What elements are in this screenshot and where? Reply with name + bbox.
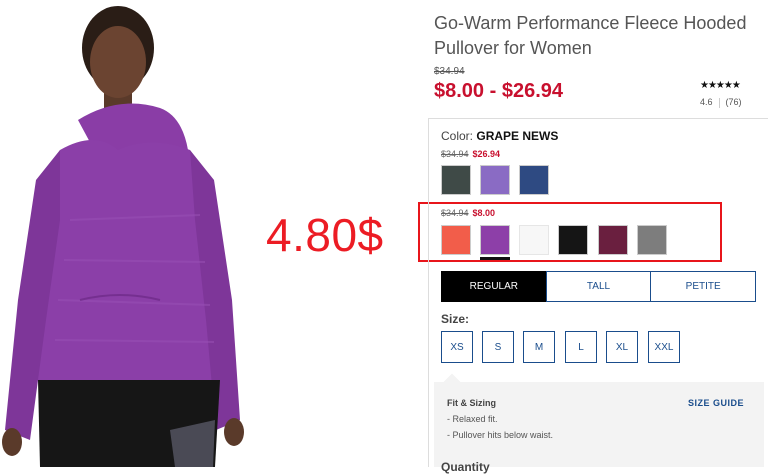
was-price: $34.94: [441, 149, 469, 159]
swatch-charcoal[interactable]: [441, 165, 471, 195]
size-m-button[interactable]: M: [523, 331, 555, 363]
now-price: $26.94: [472, 149, 501, 159]
size-xl-button[interactable]: XL: [606, 331, 638, 363]
fit-sizing-title: Fit & Sizing: [447, 398, 496, 408]
original-price: $34.94: [434, 66, 465, 77]
size-xxl-button[interactable]: XXL: [648, 331, 680, 363]
size-s-button[interactable]: S: [482, 331, 514, 363]
now-price: $8.00: [472, 208, 496, 218]
swatch-lavender[interactable]: [480, 165, 510, 195]
color-label: Color: GRAPE NEWS: [441, 129, 558, 143]
product-title: Go-Warm Performance Fleece Hooded Pullov…: [434, 13, 747, 58]
swatch-white[interactable]: [519, 225, 549, 255]
fit-detail-item: - Relaxed fit.: [447, 414, 498, 424]
fit-tabs: REGULAR TALL PETITE: [441, 271, 757, 302]
size-l-button[interactable]: L: [565, 331, 597, 363]
swatch-black[interactable]: [558, 225, 588, 255]
color-group-price: $34.94 $8.00: [441, 208, 495, 218]
color-label-text: Color:: [441, 129, 474, 143]
fit-sizing-box: Fit & Sizing SIZE GUIDE - Relaxed fit. -…: [434, 373, 764, 467]
color-group-price: $34.94 $26.94: [441, 149, 500, 159]
swatch-heather-gray[interactable]: [637, 225, 667, 255]
review-count[interactable]: (76): [726, 97, 742, 107]
rating-summary[interactable]: ★★★★★ 4.6 (76): [700, 80, 768, 108]
swatch-coral[interactable]: [441, 225, 471, 255]
fit-detail-item: - Pullover hits below waist.: [447, 430, 554, 440]
tab-regular[interactable]: REGULAR: [441, 271, 547, 302]
annotated-price-text: 4.80$: [266, 209, 384, 261]
rating-value: 4.6: [700, 97, 713, 107]
sale-price-range: $8.00 - $26.94: [434, 80, 563, 102]
tab-tall[interactable]: TALL: [545, 271, 652, 302]
was-price: $34.94: [441, 208, 469, 218]
selected-color-name: GRAPE NEWS: [476, 129, 559, 143]
size-label: Size:: [441, 312, 470, 326]
size-guide-link[interactable]: SIZE GUIDE: [688, 398, 744, 408]
swatch-plum[interactable]: [598, 225, 628, 255]
size-xs-button[interactable]: XS: [441, 331, 473, 363]
star-rating-icon: ★★★★★: [700, 80, 741, 91]
quantity-label: Quantity: [441, 460, 490, 474]
swatch-grape-news[interactable]: [480, 225, 510, 260]
tab-petite[interactable]: PETITE: [650, 271, 757, 302]
swatch-navy[interactable]: [519, 165, 549, 195]
